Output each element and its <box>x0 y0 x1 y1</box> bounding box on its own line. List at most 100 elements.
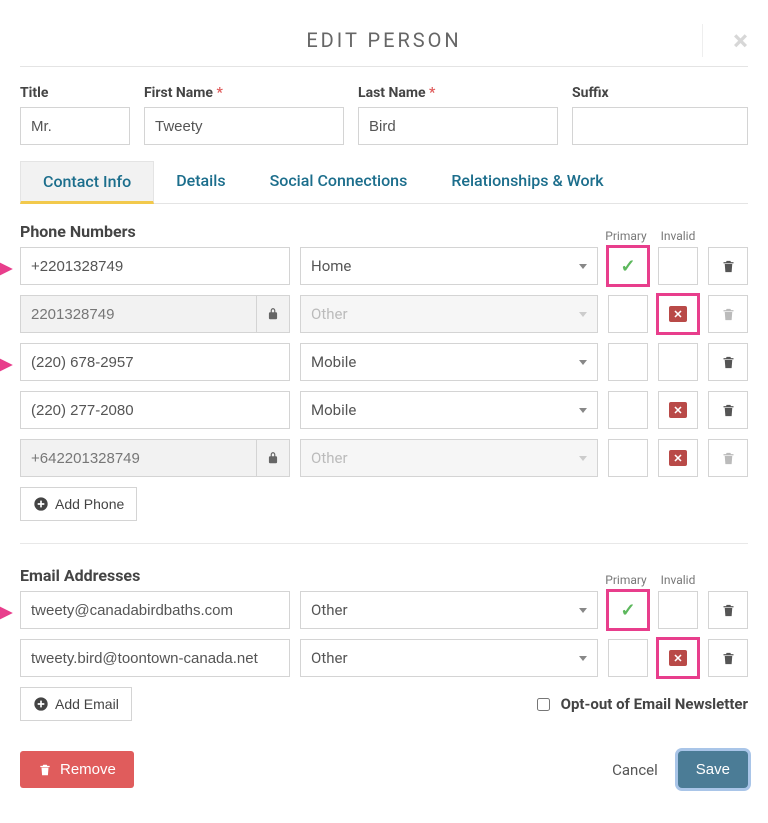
phone-row: Other ✕ <box>20 439 748 477</box>
first-name-label: First Name <box>144 85 344 101</box>
chevron-down-icon <box>579 312 587 317</box>
delete-row-button[interactable] <box>708 391 748 429</box>
invalid-checkbox[interactable]: ✕ <box>658 639 698 677</box>
type-select-value: Other <box>311 601 348 619</box>
primary-checkbox[interactable] <box>608 439 648 477</box>
invalid-checkbox[interactable]: ✕ <box>658 391 698 429</box>
x-icon: ✕ <box>669 306 687 322</box>
chevron-down-icon <box>579 264 587 269</box>
primary-col-label: Primary <box>600 573 652 587</box>
last-name-label: Last Name <box>358 85 558 101</box>
arrow-indicator-icon <box>0 259 16 279</box>
suffix-input[interactable] <box>572 107 748 145</box>
type-select-value: Mobile <box>311 401 356 419</box>
add-email-button[interactable]: Add Email <box>20 687 132 721</box>
chevron-down-icon <box>579 656 587 661</box>
modal-header: EDIT PERSON × <box>20 10 748 67</box>
cancel-button[interactable]: Cancel <box>612 761 658 779</box>
delete-row-button <box>708 295 748 333</box>
delete-row-button[interactable] <box>708 247 748 285</box>
primary-checkbox[interactable]: ✓ <box>608 247 648 285</box>
arrow-indicator-icon <box>0 355 16 375</box>
plus-circle-icon <box>33 696 49 712</box>
plus-circle-icon <box>33 496 49 512</box>
tab-details[interactable]: Details <box>154 161 247 203</box>
add-phone-button[interactable]: Add Phone <box>20 487 137 521</box>
save-button[interactable]: Save <box>678 751 748 788</box>
opt-out-checkbox[interactable] <box>537 698 550 711</box>
suffix-label: Suffix <box>572 85 748 101</box>
chevron-down-icon <box>579 360 587 365</box>
delete-row-button[interactable] <box>708 343 748 381</box>
email-row: Other ✓ <box>20 591 748 629</box>
x-icon: ✕ <box>669 450 687 466</box>
first-name-input[interactable] <box>144 107 344 145</box>
chevron-down-icon <box>579 456 587 461</box>
type-select[interactable]: Other <box>300 591 598 629</box>
type-select[interactable]: Mobile <box>300 391 598 429</box>
type-select: Other <box>300 439 598 477</box>
modal-title: EDIT PERSON <box>20 28 748 52</box>
primary-checkbox[interactable] <box>608 391 648 429</box>
tab-bar: Contact Info Details Social Connections … <box>20 161 748 204</box>
phones-heading: Phone Numbers <box>20 222 136 241</box>
phone-input[interactable] <box>20 247 290 285</box>
phone-input[interactable] <box>20 391 290 429</box>
type-select[interactable]: Other <box>300 639 598 677</box>
type-select: Other <box>300 295 598 333</box>
invalid-checkbox[interactable]: ✕ <box>658 439 698 477</box>
primary-checkbox[interactable] <box>608 343 648 381</box>
title-input[interactable] <box>20 107 130 145</box>
check-icon: ✓ <box>620 256 635 277</box>
type-select-value: Other <box>311 305 348 323</box>
chevron-down-icon <box>579 608 587 613</box>
phone-input <box>20 439 257 477</box>
type-select[interactable]: Mobile <box>300 343 598 381</box>
x-icon: ✕ <box>669 402 687 418</box>
chevron-down-icon <box>579 408 587 413</box>
opt-out-label[interactable]: Opt-out of Email Newsletter <box>533 695 748 714</box>
arrow-indicator-icon <box>0 603 16 623</box>
lock-icon <box>257 295 290 333</box>
type-select[interactable]: Home <box>300 247 598 285</box>
lock-icon <box>257 439 290 477</box>
check-icon: ✓ <box>620 600 635 621</box>
delete-row-button[interactable] <box>708 639 748 677</box>
phone-row: Mobile ✕ <box>20 391 748 429</box>
name-row: Title First Name Last Name Suffix <box>20 85 748 145</box>
type-select-value: Other <box>311 649 348 667</box>
phone-row: Other ✕ <box>20 295 748 333</box>
last-name-input[interactable] <box>358 107 558 145</box>
email-col-headers: Primary Invalid <box>600 573 748 587</box>
title-label: Title <box>20 85 130 101</box>
phone-col-headers: Primary Invalid <box>600 229 748 243</box>
phone-row: Home ✓ <box>20 247 748 285</box>
close-icon[interactable]: × <box>702 24 748 57</box>
invalid-checkbox[interactable]: ✕ <box>658 295 698 333</box>
invalid-checkbox[interactable] <box>658 591 698 629</box>
remove-button[interactable]: Remove <box>20 751 134 788</box>
tab-social-connections[interactable]: Social Connections <box>248 161 430 203</box>
type-select-value: Other <box>311 449 348 467</box>
type-select-value: Home <box>311 257 351 275</box>
invalid-col-label: Invalid <box>652 573 704 587</box>
tab-contact-info[interactable]: Contact Info <box>20 161 154 204</box>
invalid-checkbox[interactable] <box>658 247 698 285</box>
phone-input <box>20 295 257 333</box>
trash-icon <box>38 763 52 777</box>
type-select-value: Mobile <box>311 353 356 371</box>
phone-row: Mobile <box>20 343 748 381</box>
invalid-checkbox[interactable] <box>658 343 698 381</box>
invalid-col-label: Invalid <box>652 229 704 243</box>
email-input[interactable] <box>20 591 290 629</box>
email-row: Other ✕ <box>20 639 748 677</box>
delete-row-button[interactable] <box>708 591 748 629</box>
primary-checkbox[interactable]: ✓ <box>608 591 648 629</box>
tab-relationships-work[interactable]: Relationships & Work <box>429 161 625 203</box>
phone-input[interactable] <box>20 343 290 381</box>
primary-col-label: Primary <box>600 229 652 243</box>
primary-checkbox[interactable] <box>608 295 648 333</box>
email-input[interactable] <box>20 639 290 677</box>
x-icon: ✕ <box>669 650 687 666</box>
primary-checkbox[interactable] <box>608 639 648 677</box>
